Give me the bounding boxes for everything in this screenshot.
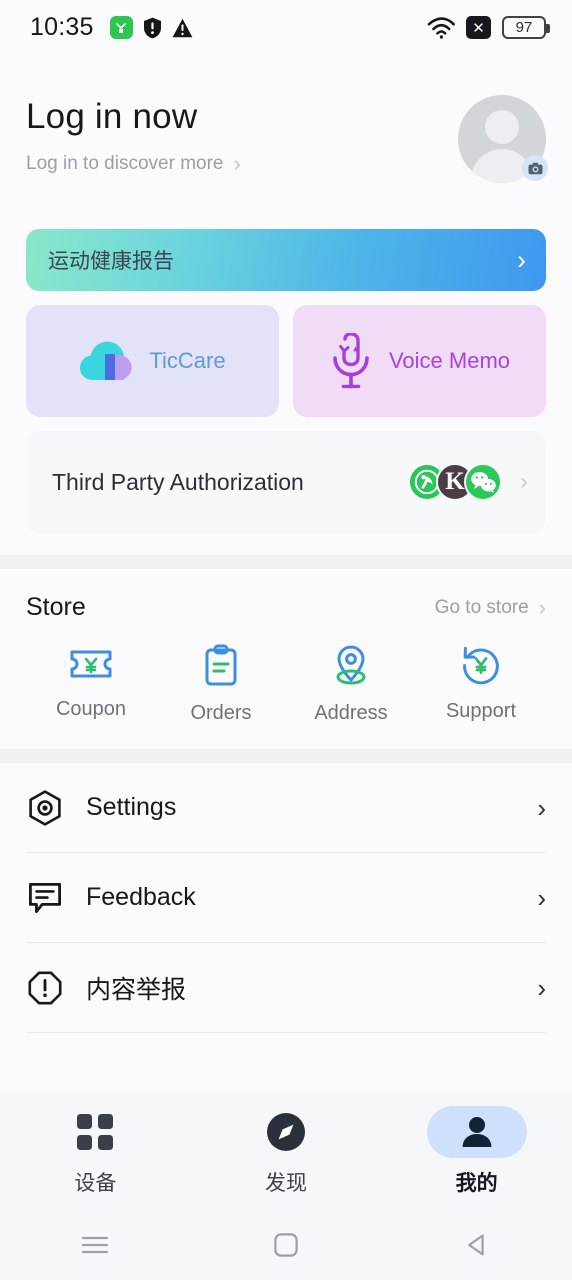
avatar[interactable]	[458, 95, 548, 183]
chevron-right-icon: ›	[537, 972, 546, 1003]
battery-percent: 97	[515, 19, 533, 36]
quick-cards: TicCare Voice Memo	[26, 305, 546, 417]
store-item-label: Coupon	[55, 698, 127, 720]
warning-icon	[172, 18, 192, 37]
chevron-right-icon: ›	[520, 468, 528, 495]
status-right-icons: ✕ 97	[427, 16, 550, 39]
nav-recents-button[interactable]	[0, 1233, 191, 1257]
refund-icon	[463, 646, 499, 685]
microphone-icon	[333, 333, 369, 389]
tab-profile[interactable]: 我的	[381, 1105, 572, 1197]
grid-icon	[77, 1113, 114, 1150]
store-section: Store Go to store › Coupon Orders Addres…	[0, 569, 572, 743]
chevron-right-icon: ›	[517, 244, 526, 275]
person-icon	[462, 1116, 492, 1147]
voice-memo-card[interactable]: Voice Memo	[293, 305, 546, 417]
store-item-label: Orders	[190, 702, 252, 724]
cloud-icon	[80, 341, 132, 380]
wifi-icon	[427, 16, 455, 39]
list-item-label: Feedback	[86, 883, 196, 911]
login-prompt-row[interactable]: Log in to discover more ›	[26, 153, 458, 175]
store-title: Store	[26, 593, 86, 621]
shield-icon	[143, 17, 161, 38]
list-item-settings[interactable]: Settings ›	[26, 763, 546, 853]
login-prompt-label: Log in to discover more	[26, 153, 224, 174]
phone-screen: 10:35 ✕ 97 Log in now Log in to discover…	[0, 0, 572, 1280]
gear-hex-icon	[26, 789, 64, 826]
profile-header[interactable]: Log in now Log in to discover more ›	[0, 55, 572, 213]
store-shortcut-grid: Coupon Orders Address Support	[26, 644, 546, 725]
chevron-right-icon: ›	[538, 594, 546, 620]
third-party-icons: K	[408, 463, 502, 501]
list-item-feedback[interactable]: Feedback ›	[26, 853, 546, 943]
page-title: Log in now	[26, 97, 198, 136]
coupon-ticket-icon	[70, 650, 112, 678]
list-item-content-report[interactable]: 内容举报 ›	[26, 943, 546, 1033]
tab-profile-pill	[426, 1105, 527, 1158]
no-sim-x-icon: ✕	[466, 16, 491, 39]
battery-icon: 97	[502, 16, 550, 39]
list-item-label: Settings	[86, 793, 177, 821]
tab-discover-pill	[236, 1106, 336, 1158]
wechat-icon	[464, 463, 502, 501]
tab-discover-label: 发现	[265, 1171, 307, 1195]
list-item-label: 内容举报	[86, 975, 187, 1004]
store-item-label: Address	[314, 702, 388, 724]
store-item-support[interactable]: Support	[416, 644, 546, 725]
third-party-authorization-row[interactable]: Third Party Authorization K ›	[26, 431, 546, 533]
store-item-address[interactable]: Address	[286, 644, 416, 725]
compass-icon	[267, 1112, 305, 1151]
store-item-orders[interactable]: Orders	[156, 644, 286, 725]
status-time: 10:35	[30, 13, 94, 41]
tab-devices[interactable]: 设备	[0, 1106, 191, 1197]
nav-back-button[interactable]	[381, 1232, 572, 1258]
tab-discover[interactable]: 发现	[191, 1106, 382, 1197]
section-divider-band	[0, 749, 572, 763]
store-item-label: Support	[445, 700, 517, 722]
tab-profile-label: 我的	[455, 1171, 498, 1195]
profile-header-texts: Log in now Log in to discover more ›	[26, 93, 458, 175]
bottom-tab-bar: 设备 发现 我的	[0, 1092, 572, 1210]
camera-icon[interactable]	[522, 155, 548, 181]
report-alert-icon	[26, 971, 64, 1005]
location-pin-icon	[336, 645, 366, 685]
chevron-right-icon: ›	[537, 792, 546, 823]
comment-icon	[26, 881, 64, 915]
health-report-banner[interactable]: 运动健康报告 ›	[26, 229, 546, 291]
back-triangle-icon	[467, 1234, 484, 1256]
chevron-right-icon: ›	[537, 882, 546, 913]
tab-devices-pill	[45, 1106, 145, 1158]
nav-home-button[interactable]	[191, 1232, 382, 1258]
ticcare-label: TicCare	[149, 348, 226, 373]
status-bar: 10:35 ✕ 97	[0, 0, 572, 55]
android-navigation-bar	[0, 1210, 572, 1280]
clipboard-icon	[205, 644, 237, 686]
settings-list: Settings › Feedback › 内容举报 ›	[0, 763, 572, 1033]
home-square-icon	[274, 1233, 298, 1257]
chevron-right-icon: ›	[233, 151, 241, 176]
tab-devices-label: 设备	[74, 1171, 117, 1195]
health-app-icon	[109, 16, 133, 39]
menu-icon	[82, 1236, 109, 1254]
third-party-authorization-label: Third Party Authorization	[52, 468, 304, 495]
health-report-label: 运动健康报告	[48, 250, 174, 273]
store-header: Store Go to store ›	[26, 593, 546, 622]
section-divider-band	[0, 555, 572, 569]
store-item-coupon[interactable]: Coupon	[26, 644, 156, 725]
avatar-head	[485, 110, 519, 144]
go-to-store-link[interactable]: Go to store	[435, 597, 529, 619]
keep-letter: K	[445, 468, 465, 495]
voice-memo-label: Voice Memo	[388, 348, 511, 373]
ticcare-card[interactable]: TicCare	[26, 305, 279, 417]
status-left-icons	[109, 16, 193, 39]
